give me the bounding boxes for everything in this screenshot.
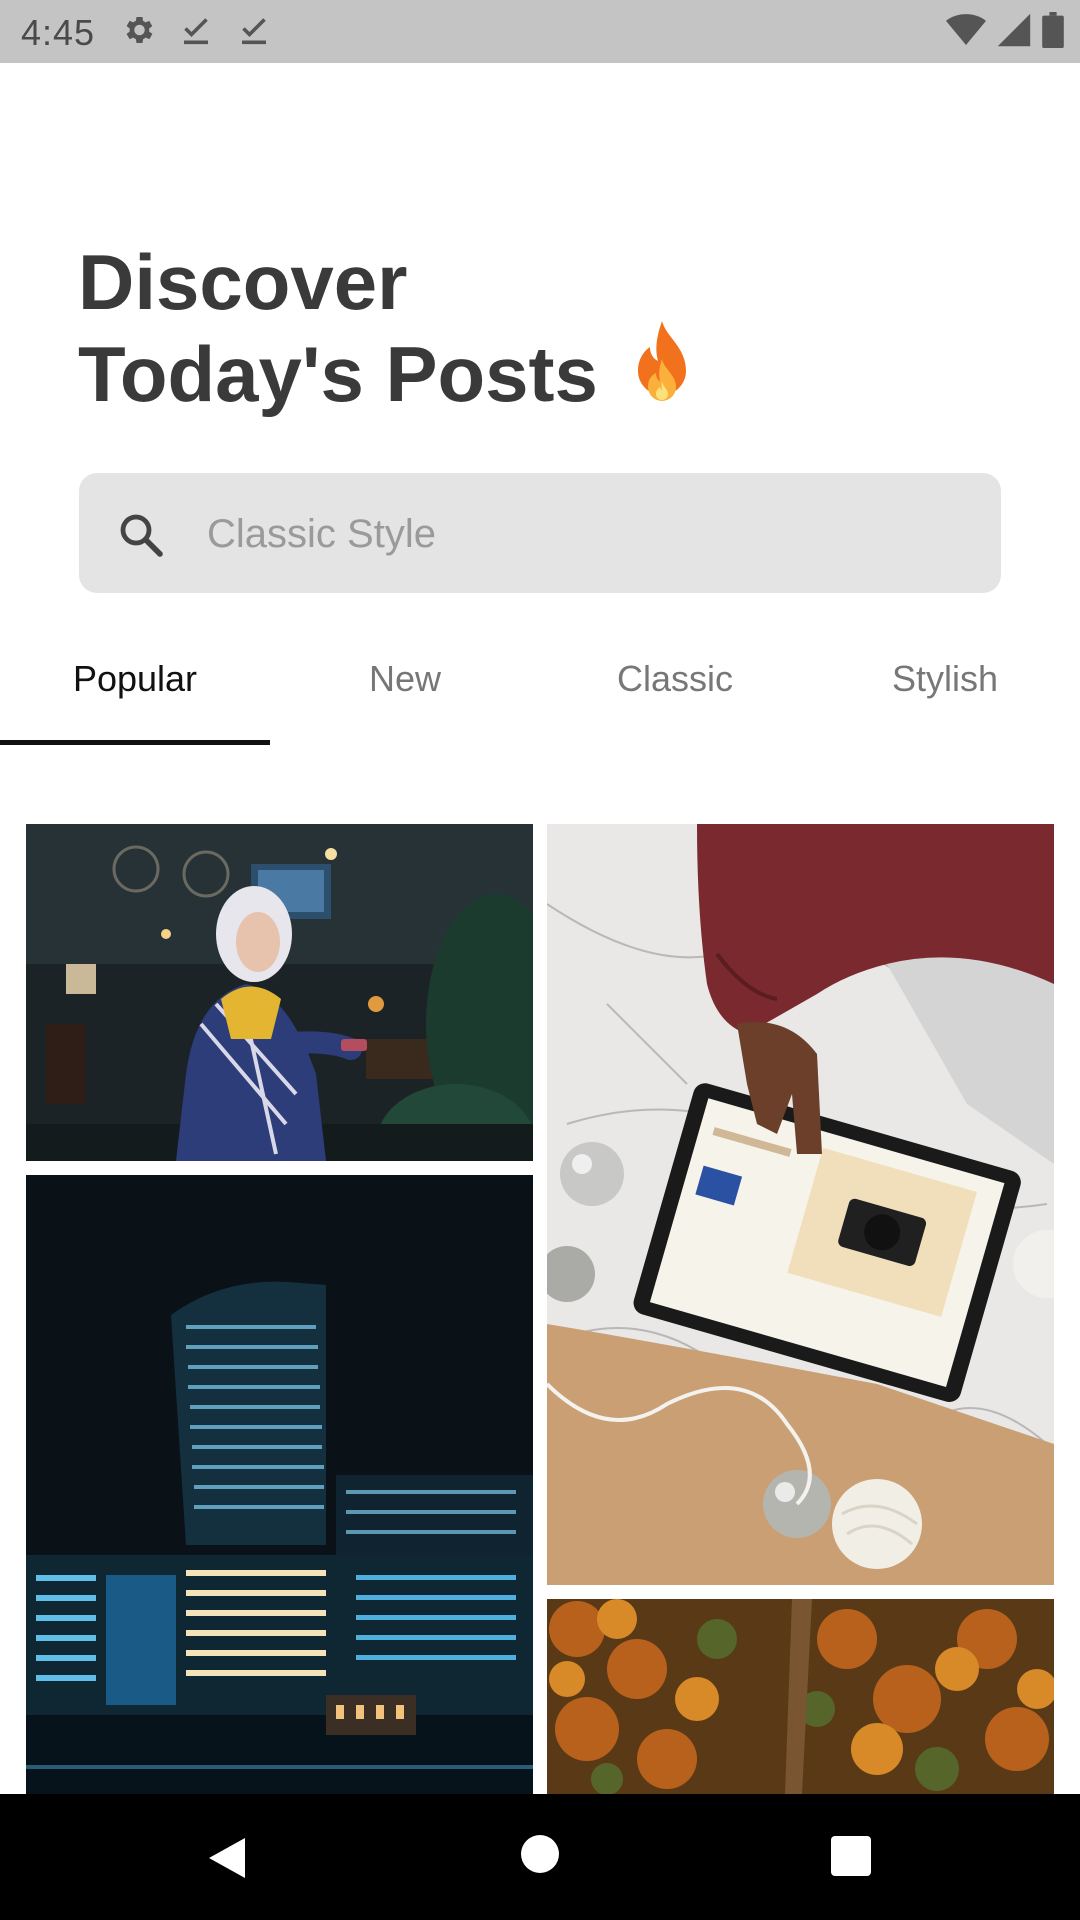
post-woman-in-cafe[interactable] — [26, 824, 533, 1161]
category-tabs: Popular New Classic Stylish — [0, 640, 1080, 746]
fire-icon — [624, 319, 700, 428]
wifi-icon — [946, 12, 986, 53]
page-title: Discover Today's Posts — [78, 236, 700, 428]
home-icon[interactable] — [520, 1834, 560, 1879]
tab-new[interactable]: New — [270, 640, 540, 746]
status-bar: 4:45 — [0, 0, 1080, 63]
title-line-discover: Discover — [78, 238, 408, 326]
download-done-icon — [236, 12, 272, 53]
recents-icon[interactable] — [831, 1836, 871, 1881]
tab-classic[interactable]: Classic — [540, 640, 810, 746]
tablet-camera-desk-photo — [547, 824, 1054, 1585]
title-line-posts: Today's Posts — [78, 320, 700, 428]
status-icons-left — [120, 12, 272, 53]
post-night-city[interactable] — [26, 1175, 533, 1794]
tab-indicator — [0, 740, 270, 745]
posts-grid — [0, 824, 1080, 1794]
navigation-bar — [0, 1794, 1080, 1920]
download-done-icon — [178, 12, 214, 53]
status-time: 4:45 — [21, 12, 96, 53]
tab-popular[interactable]: Popular — [0, 640, 270, 746]
autumn-forest-aerial-photo — [547, 1599, 1054, 1794]
status-icons-right — [946, 12, 1064, 53]
title-line-posts-text: Today's Posts — [78, 330, 598, 418]
back-icon[interactable] — [205, 1834, 249, 1887]
night-city-buildings-photo — [26, 1175, 533, 1794]
search-bar[interactable] — [79, 473, 1001, 593]
signal-icon — [996, 12, 1032, 53]
battery-icon — [1042, 12, 1064, 53]
post-tablet-desk[interactable] — [547, 824, 1054, 1585]
gear-icon — [120, 12, 156, 53]
woman-in-cafe-photo — [26, 824, 533, 1161]
search-icon[interactable] — [117, 511, 165, 564]
search-input[interactable] — [205, 503, 969, 565]
post-autumn-forest[interactable] — [547, 1599, 1054, 1794]
tab-stylish[interactable]: Stylish — [810, 640, 1080, 746]
